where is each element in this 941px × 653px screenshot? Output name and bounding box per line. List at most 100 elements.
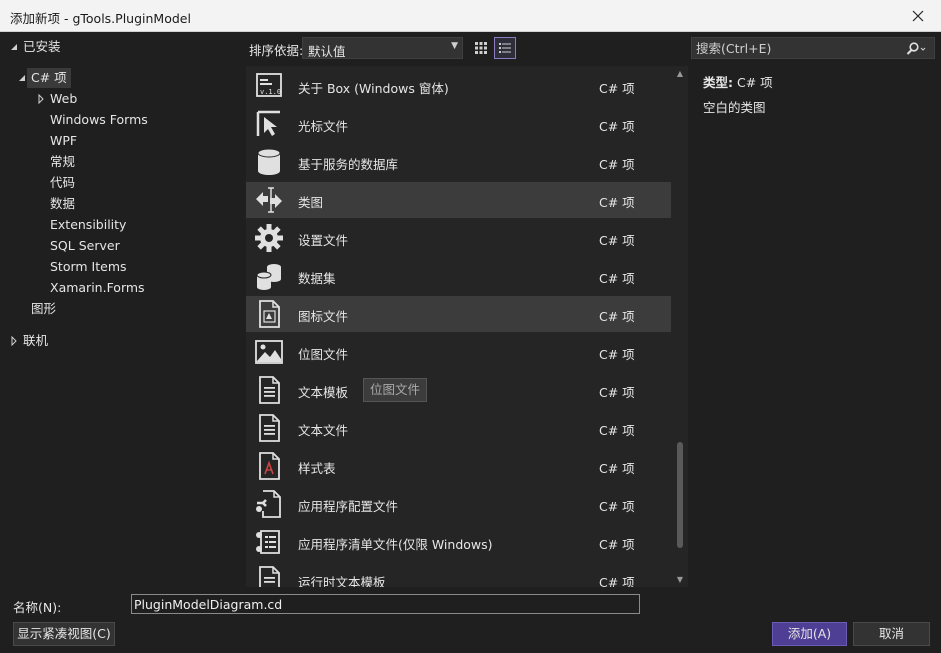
chevron-down-icon: ▼ bbox=[451, 41, 458, 51]
svg-text:v.1.0: v.1.0 bbox=[260, 88, 281, 96]
tooltip: 位图文件 bbox=[363, 378, 428, 402]
template-row[interactable]: v.1.0 关于 Box (Windows 窗体) C# 项 bbox=[246, 68, 671, 104]
grid-view-button[interactable] bbox=[470, 37, 492, 59]
scroll-up-arrow-icon[interactable]: ▲ bbox=[672, 69, 688, 78]
tree-node-label: SQL Server bbox=[50, 238, 120, 253]
runtime-text-template-icon bbox=[259, 566, 280, 587]
template-type: C# 项 bbox=[599, 347, 635, 362]
tree-node-label: 代码 bbox=[50, 175, 76, 190]
template-name: 运行时文本模板 bbox=[298, 575, 386, 587]
template-row[interactable]: 光标文件 C# 项 bbox=[246, 106, 671, 142]
search-box bbox=[691, 37, 935, 59]
template-row[interactable]: 基于服务的数据库 C# 项 bbox=[246, 144, 671, 180]
template-row[interactable]: 运行时文本模板 C# 项 bbox=[246, 562, 671, 587]
template-name: 数据集 bbox=[298, 271, 336, 286]
tree-node-label: 常规 bbox=[50, 154, 76, 169]
template-name: 关于 Box (Windows 窗体) bbox=[298, 81, 449, 96]
template-type: C# 项 bbox=[599, 195, 635, 210]
database-icon bbox=[257, 148, 281, 175]
template-name: 位图文件 bbox=[298, 347, 349, 362]
app-config-icon bbox=[256, 490, 281, 518]
template-row[interactable]: 应用程序清单文件(仅限 Windows) C# 项 bbox=[246, 524, 671, 560]
title-bar: 添加新项 - gTools.PluginModel bbox=[0, 0, 941, 32]
name-input[interactable] bbox=[131, 594, 640, 614]
template-name: 文本模板 bbox=[298, 385, 349, 400]
template-row[interactable]: 位图文件 C# 项 bbox=[246, 334, 671, 370]
window-title: 添加新项 - gTools.PluginModel bbox=[10, 11, 191, 26]
tree-node-label: Extensibility bbox=[50, 217, 127, 232]
list-view-icon bbox=[499, 43, 511, 53]
template-type: C# 项 bbox=[599, 309, 635, 324]
tree-node-label: C# 项 bbox=[27, 68, 71, 88]
template-name: 文本文件 bbox=[298, 423, 349, 438]
details-type-value: C# 项 bbox=[736, 75, 773, 90]
tree-node-label: 联机 bbox=[23, 333, 49, 348]
details-type-label: 类型: bbox=[703, 75, 733, 90]
template-row[interactable]: 数据集 C# 项 bbox=[246, 258, 671, 294]
bitmap-file-icon bbox=[255, 340, 283, 364]
tree-node-label: 已安装 bbox=[23, 39, 61, 54]
expand-arrow-icon[interactable] bbox=[35, 89, 47, 109]
add-button[interactable]: 添加(A) bbox=[772, 622, 847, 646]
template-row[interactable]: 设置文件 C# 项 bbox=[246, 220, 671, 256]
template-name: 图标文件 bbox=[298, 309, 349, 324]
template-row[interactable]: 应用程序配置文件 C# 项 bbox=[246, 486, 671, 522]
text-file-icon bbox=[259, 414, 280, 442]
tree-node-label: Web bbox=[50, 91, 78, 106]
template-row[interactable]: 文本文件 C# 项 bbox=[246, 410, 671, 446]
list-scrollbar[interactable]: ▲ ▼ bbox=[672, 66, 688, 587]
template-name: 设置文件 bbox=[298, 233, 349, 248]
list-view-button[interactable] bbox=[494, 37, 516, 59]
sort-label: 排序依据: bbox=[249, 43, 304, 58]
cursor-file-icon bbox=[256, 110, 280, 136]
tree-node-label: Windows Forms bbox=[50, 112, 148, 127]
tree-node-label: WPF bbox=[50, 133, 78, 148]
tree-node-label: 图形 bbox=[31, 301, 57, 316]
cancel-button[interactable]: 取消 bbox=[853, 622, 930, 646]
category-tree: 已安装 C# 项 Web Windows Forms WPF 常规 代码 数据 … bbox=[0, 33, 245, 588]
template-name: 应用程序配置文件 bbox=[298, 499, 399, 514]
tree-node-label: Storm Items bbox=[50, 259, 127, 274]
template-type: C# 项 bbox=[599, 157, 635, 172]
close-button[interactable] bbox=[895, 0, 941, 32]
grid-view-icon bbox=[475, 42, 487, 54]
template-type: C# 项 bbox=[599, 575, 635, 587]
name-label: 名称(N): bbox=[13, 600, 62, 615]
template-row[interactable]: 文本模板 C# 项 bbox=[246, 372, 671, 408]
tree-node-label: 数据 bbox=[50, 196, 76, 211]
icon-file-icon bbox=[259, 300, 280, 328]
template-name: 样式表 bbox=[298, 461, 336, 476]
template-type: C# 项 bbox=[599, 423, 635, 438]
template-type: C# 项 bbox=[599, 537, 635, 552]
template-list: v.1.0 关于 Box (Windows 窗体) C# 项 光标文件 C# 项… bbox=[246, 66, 688, 587]
template-row[interactable]: 样式表 C# 项 bbox=[246, 448, 671, 484]
template-name: 类图 bbox=[298, 195, 324, 210]
template-row-hovered[interactable]: 图标文件 C# 项 bbox=[246, 296, 671, 332]
details-type-line: 类型: C# 项 bbox=[703, 72, 773, 91]
template-type: C# 项 bbox=[599, 271, 635, 286]
expand-arrow-icon[interactable] bbox=[8, 331, 20, 351]
scroll-down-arrow-icon[interactable]: ▼ bbox=[672, 575, 688, 584]
compact-view-button[interactable]: 显示紧凑视图(C) bbox=[13, 622, 115, 646]
template-type: C# 项 bbox=[599, 81, 635, 96]
details-description: 空白的类图 bbox=[703, 100, 766, 115]
template-type: C# 项 bbox=[599, 233, 635, 248]
search-button[interactable] bbox=[904, 39, 928, 59]
sort-value: 默认值 bbox=[308, 44, 346, 59]
search-icon bbox=[906, 42, 926, 55]
template-type: C# 项 bbox=[599, 461, 635, 476]
sort-dropdown[interactable]: 默认值 ▼ bbox=[302, 37, 463, 59]
about-box-icon: v.1.0 bbox=[256, 73, 282, 97]
search-input[interactable] bbox=[692, 38, 902, 58]
template-row-selected[interactable]: 类图 C# 项 bbox=[246, 182, 671, 218]
scroll-thumb[interactable] bbox=[677, 442, 683, 548]
class-diagram-icon bbox=[256, 187, 282, 213]
dialog-footer: 名称(N): 显示紧凑视图(C) 添加(A) 取消 bbox=[0, 588, 941, 653]
template-type: C# 项 bbox=[599, 119, 635, 134]
template-name: 光标文件 bbox=[298, 119, 349, 134]
collapse-arrow-icon[interactable] bbox=[8, 37, 20, 57]
app-manifest-icon bbox=[256, 530, 280, 554]
dataset-icon bbox=[256, 264, 281, 290]
text-template-icon bbox=[259, 376, 280, 404]
template-type: C# 项 bbox=[599, 499, 635, 514]
